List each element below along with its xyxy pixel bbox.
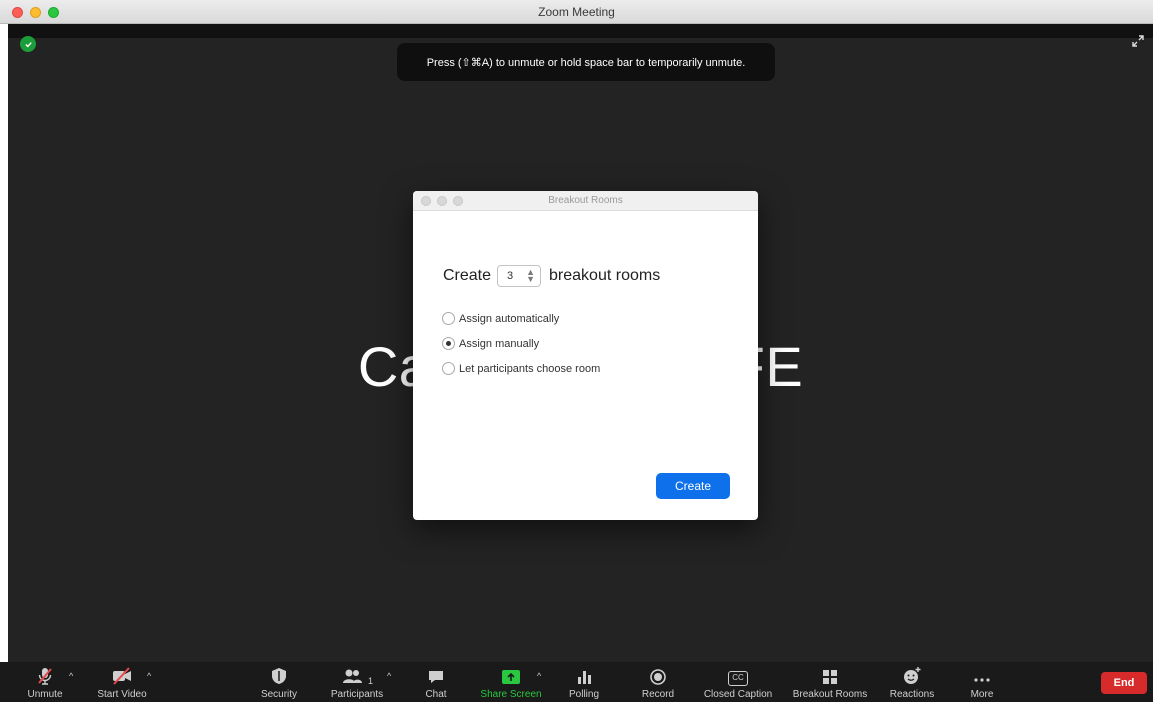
reactions-label: Reactions — [889, 689, 935, 700]
option-label: Assign manually — [459, 337, 540, 350]
window-titlebar: Zoom Meeting — [0, 0, 1153, 24]
security-label: Security — [260, 689, 298, 700]
share-screen-icon — [500, 662, 522, 686]
radio-let-participants-choose[interactable] — [442, 362, 455, 375]
stepper-arrows-icon[interactable]: ▲ ▼ — [526, 268, 535, 284]
option-assign-automatically[interactable]: Assign automatically — [442, 312, 559, 325]
start-video-button[interactable]: Start Video — [90, 662, 154, 702]
unmute-label: Unmute — [27, 689, 63, 700]
unmute-button[interactable]: Unmute — [20, 662, 70, 702]
radio-assign-manually[interactable] — [442, 337, 455, 350]
dialog-titlebar: Breakout Rooms — [413, 191, 758, 211]
option-assign-manually[interactable]: Assign manually — [442, 337, 539, 350]
participants-count: 1 — [367, 676, 373, 686]
closed-caption-button[interactable]: CC Closed Caption — [698, 662, 778, 702]
reactions-button[interactable]: Reactions — [884, 662, 940, 702]
create-suffix-label: breakout rooms — [549, 267, 661, 284]
participants-icon: 1 — [341, 662, 373, 686]
participants-options-chevron-icon[interactable]: ^ — [387, 671, 391, 681]
breakout-rooms-button[interactable]: Breakout Rooms — [788, 662, 872, 702]
option-label: Assign automatically — [459, 312, 560, 325]
closed-caption-icon: CC — [728, 662, 748, 686]
start-video-label: Start Video — [97, 689, 147, 700]
share-screen-label: Share Screen — [480, 689, 542, 700]
unmute-notification: Press (⇧⌘A) to unmute or hold space bar … — [397, 43, 775, 81]
create-button[interactable]: Create — [656, 473, 730, 499]
video-off-icon — [110, 662, 134, 686]
participants-button[interactable]: 1 Participants — [326, 662, 388, 702]
room-count-stepper[interactable]: 3 ▲ ▼ — [497, 265, 542, 287]
share-options-chevron-icon[interactable]: ^ — [537, 671, 541, 681]
breakout-rooms-label: Breakout Rooms — [792, 689, 868, 700]
security-button[interactable]: Security — [254, 662, 304, 702]
security-shield-icon — [270, 662, 288, 686]
create-prefix-label: Create — [443, 267, 492, 284]
video-options-chevron-icon[interactable]: ^ — [147, 671, 151, 681]
share-screen-button[interactable]: Share Screen — [476, 662, 546, 702]
end-meeting-button[interactable]: End — [1101, 672, 1147, 694]
radio-assign-automatically[interactable] — [442, 312, 455, 325]
cc-badge: CC — [728, 671, 748, 686]
polling-bars-icon — [575, 662, 593, 686]
window-title: Zoom Meeting — [538, 5, 615, 19]
encryption-shield-icon[interactable] — [20, 36, 36, 52]
fullscreen-icon[interactable] — [1131, 34, 1145, 48]
record-button[interactable]: Record — [636, 662, 680, 702]
record-label: Record — [641, 689, 675, 700]
meeting-toolbar: Unmute ^ Start Video ^ Security 1 Partic… — [0, 662, 1153, 702]
more-dots-icon — [972, 662, 992, 686]
more-label: More — [970, 689, 994, 700]
audio-options-chevron-icon[interactable]: ^ — [69, 671, 73, 681]
option-label: Let participants choose room — [459, 362, 601, 375]
create-rooms-row: Create 3 ▲ ▼ breakout rooms — [443, 265, 660, 287]
muted-mic-icon — [35, 662, 55, 686]
participants-label: Participants — [330, 689, 384, 700]
breakout-rooms-dialog: Breakout Rooms Create 3 ▲ ▼ breakout room… — [413, 191, 758, 520]
polling-label: Polling — [568, 689, 600, 700]
polling-button[interactable]: Polling — [564, 662, 604, 702]
reactions-emoji-icon — [902, 662, 922, 686]
top-strip — [8, 24, 1153, 38]
chat-bubble-icon — [427, 662, 445, 686]
breakout-rooms-grid-icon — [821, 662, 839, 686]
chat-button[interactable]: Chat — [416, 662, 456, 702]
chat-label: Chat — [425, 689, 447, 700]
option-let-participants-choose[interactable]: Let participants choose room — [442, 362, 600, 375]
dialog-title: Breakout Rooms — [548, 195, 623, 206]
notification-text: Press (⇧⌘A) to unmute or hold space bar … — [426, 56, 746, 69]
record-icon — [649, 662, 667, 686]
closed-caption-label: Closed Caption — [703, 689, 773, 700]
room-count-value: 3 — [507, 270, 514, 282]
more-button[interactable]: More — [962, 662, 1002, 702]
